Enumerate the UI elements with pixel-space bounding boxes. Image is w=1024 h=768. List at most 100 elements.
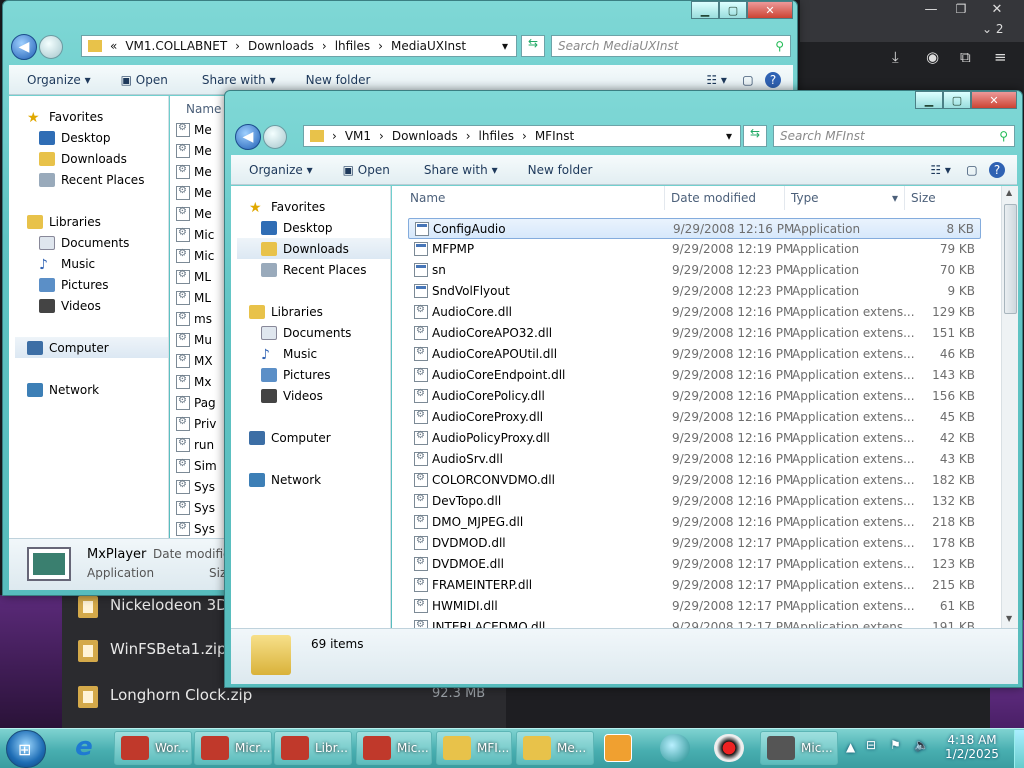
table-row[interactable]: Sys (170, 477, 228, 498)
forward-button[interactable] (39, 35, 63, 59)
restore-button[interactable]: ❐ (948, 2, 974, 20)
forward-button[interactable] (263, 125, 287, 149)
address-bar[interactable]: › VM1 › Downloads › lhfiles › MFInst ▾ (303, 125, 741, 147)
table-row[interactable]: Mx (170, 372, 228, 393)
nav-downloads[interactable]: Downloads (39, 148, 168, 169)
breadcrumb-item[interactable]: lhfiles (479, 129, 514, 143)
nav-favorites[interactable]: ★ Favorites (249, 196, 390, 217)
breadcrumb-item[interactable]: VM1 (345, 129, 371, 143)
nav-documents[interactable]: Documents (261, 322, 390, 343)
nav-desktop[interactable]: Desktop (39, 127, 168, 148)
nav-recent-places[interactable]: Recent Places (261, 259, 390, 280)
address-bar[interactable]: « VM1.COLLABNET › Downloads › lhfiles › Med… (81, 35, 517, 57)
table-row[interactable]: COLORCONVDMO.dll 9/29/2008 12:16 PMApplic… (408, 470, 981, 491)
table-row[interactable]: INTERLACEDMO.dll 9/29/2008 12:17 PMApplic… (408, 617, 981, 628)
table-row[interactable]: AudioCore.dll 9/29/2008 12:16 PMApplicati… (408, 302, 981, 323)
breadcrumb-item[interactable]: VM1.COLLABNET (125, 39, 227, 53)
taskbar-button[interactable]: Mic... (760, 731, 838, 765)
organize-button[interactable]: Organize ▾ (249, 163, 313, 177)
column-header-type[interactable]: Type ▾ (785, 186, 905, 210)
table-row[interactable]: AudioSrv.dll 9/29/2008 12:16 PMApplicatio… (408, 449, 981, 470)
column-header-name[interactable]: Name (186, 102, 221, 116)
start-button[interactable]: ⊞ (6, 730, 46, 768)
chevron-down-icon[interactable]: ▾ (502, 39, 508, 53)
show-hidden-icons-button[interactable]: ▲ (846, 740, 855, 754)
taskbar-button[interactable]: Mic... (356, 731, 432, 765)
nav-network[interactable]: Network (27, 379, 168, 400)
taskbar-button[interactable]: Micr... (194, 731, 272, 765)
nav-pictures[interactable]: Pictures (261, 364, 390, 385)
breadcrumb-item[interactable]: lhfiles (335, 39, 370, 53)
close-button[interactable]: ✕ (971, 91, 1017, 109)
table-row[interactable]: AudioCorePolicy.dll 9/29/2008 12:16 PMApp… (408, 386, 981, 407)
column-header-size[interactable]: Size (905, 186, 1001, 210)
breadcrumb-item[interactable]: MediaUXInst (391, 39, 466, 53)
table-row[interactable]: MFPMP 9/29/2008 12:19 PM Application 79 KB (408, 239, 981, 260)
table-row[interactable]: DVDMOD.dll 9/29/2008 12:17 PMApplication … (408, 533, 981, 554)
nav-videos[interactable]: Videos (261, 385, 390, 406)
action-center-flag-icon[interactable]: ⚑ (890, 738, 901, 752)
table-row[interactable]: Sys (170, 519, 228, 538)
help-icon[interactable]: ? (989, 161, 1005, 178)
table-row[interactable]: ML (170, 267, 228, 288)
help-icon[interactable]: ? (765, 71, 781, 88)
table-row[interactable]: DVDMOE.dll 9/29/2008 12:17 PMApplication … (408, 554, 981, 575)
scroll-up-arrow[interactable]: ▲ (1006, 188, 1012, 197)
breadcrumb-overflow[interactable]: « (110, 39, 117, 53)
network-tray-icon[interactable]: ⊟ (866, 738, 876, 752)
breadcrumb-item[interactable]: MFInst (535, 129, 574, 143)
view-options-button[interactable]: ☷ ▾ ▢ ? (706, 71, 781, 88)
nav-computer[interactable]: Computer (15, 337, 168, 358)
table-row[interactable]: SndVolFlyout 9/29/2008 12:23 PM Applicatio… (408, 281, 981, 302)
nav-music[interactable]: ♪ Music (39, 253, 168, 274)
table-row[interactable]: ms (170, 309, 228, 330)
minimize-button[interactable]: ▁ (915, 91, 943, 109)
messenger-icon[interactable] (660, 734, 690, 762)
table-row[interactable]: Me (170, 183, 228, 204)
breadcrumb-item[interactable]: Downloads (248, 39, 314, 53)
table-row[interactable]: ConfigAudio 9/29/2008 12:16 PM Application… (408, 218, 981, 239)
table-row[interactable]: Mic (170, 246, 228, 267)
nav-music[interactable]: ♪ Music (261, 343, 390, 364)
search-input[interactable]: Search MediaUXInst ⚲ (551, 35, 791, 57)
back-button[interactable]: ◀ (11, 34, 37, 60)
taskbar-button[interactable]: Wor... (114, 731, 192, 765)
nav-desktop[interactable]: Desktop (261, 217, 390, 238)
maximize-button[interactable]: ▢ (719, 1, 747, 19)
nav-documents[interactable]: Documents (39, 232, 168, 253)
vertical-scrollbar[interactable]: ▲ ▼ (1001, 186, 1018, 628)
close-button[interactable]: ✕ (747, 1, 793, 19)
table-row[interactable]: AudioPolicyProxy.dll 9/29/2008 12:16 PMAp… (408, 428, 981, 449)
taskbar-button[interactable]: Libr... (274, 731, 352, 765)
breadcrumb-item[interactable]: Downloads (392, 129, 458, 143)
show-desktop-button[interactable] (1014, 730, 1024, 768)
back-button[interactable]: ◀ (235, 124, 261, 150)
table-row[interactable]: AudioCoreEndpoint.dll 9/29/2008 12:16 PMA… (408, 365, 981, 386)
table-row[interactable]: HWMIDI.dll 9/29/2008 12:17 PMApplication … (408, 596, 981, 617)
taskbar-button[interactable]: Me... (516, 731, 594, 765)
table-row[interactable]: Mic (170, 225, 228, 246)
refresh-button[interactable]: ⇆ (521, 35, 545, 57)
nav-network[interactable]: Network (249, 469, 390, 490)
table-row[interactable]: Me (170, 120, 228, 141)
table-row[interactable]: Mu (170, 330, 228, 351)
nav-computer[interactable]: Computer (249, 427, 390, 448)
share-with-button[interactable]: Share with ▾ (424, 163, 498, 177)
table-row[interactable]: ML (170, 288, 228, 309)
tab-list-dropdown[interactable]: ⌄ 2 (982, 22, 1004, 36)
nav-recent-places[interactable]: Recent Places (39, 169, 168, 190)
download-icon[interactable]: ⤓ (892, 48, 899, 66)
organize-button[interactable]: Organize ▾ (27, 73, 91, 87)
table-row[interactable]: Me (170, 204, 228, 225)
minimize-button[interactable]: — (918, 2, 944, 20)
clock[interactable]: 4:18 AM 1/2/2025 (936, 733, 1008, 761)
open-button[interactable]: ▣ Open (121, 73, 168, 87)
extensions-icon[interactable]: ⧉ (960, 48, 971, 66)
close-button[interactable]: ✕ (984, 2, 1010, 20)
column-header-date[interactable]: Date modified (665, 186, 785, 210)
minimize-button[interactable]: ▁ (691, 1, 719, 19)
table-row[interactable]: Sys (170, 498, 228, 519)
table-row[interactable]: DMO_MJPEG.dll 9/29/2008 12:16 PMApplicati… (408, 512, 981, 533)
menu-icon[interactable]: ≡ (994, 48, 1007, 66)
nav-libraries[interactable]: Libraries (249, 301, 390, 322)
